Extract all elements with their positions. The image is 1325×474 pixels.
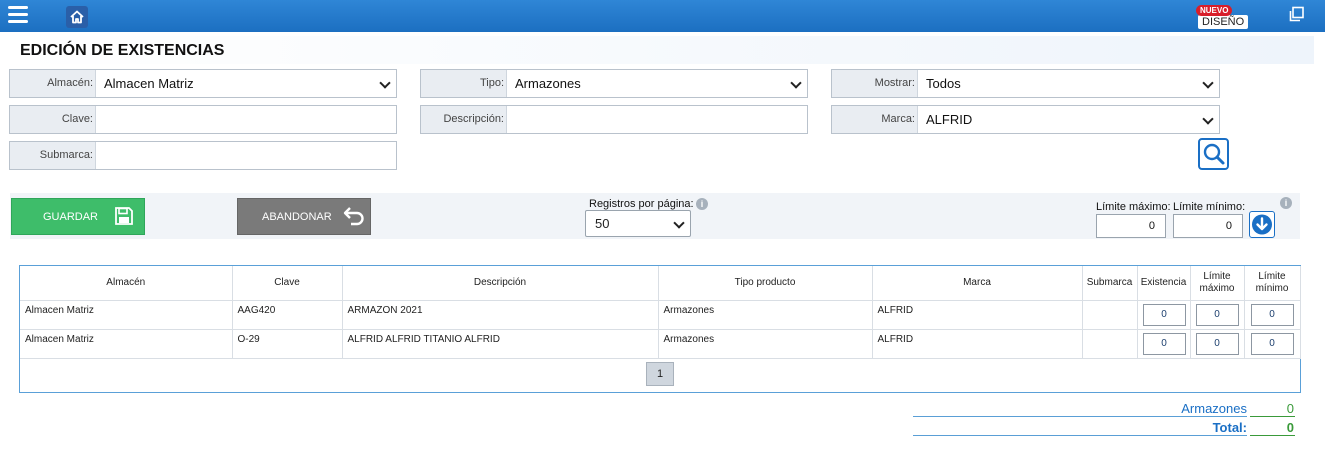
column-header[interactable]: Límite mínimo [1244, 266, 1301, 301]
limit-min-label: Límite mínimo: [1173, 201, 1246, 213]
column-header[interactable]: Almacén [20, 266, 233, 301]
existencia-input[interactable]: 0 [1142, 303, 1186, 326]
tipo-selected: Armazones [515, 76, 581, 91]
almacen-select[interactable]: Almacén: Almacen Matriz [9, 69, 397, 98]
marca-label: Marca: [832, 106, 918, 133]
undo-icon [343, 207, 364, 226]
save-icon [115, 207, 133, 225]
cell-almacen: Almacen Matriz [20, 329, 233, 359]
cell-tipo: Armazones [658, 329, 873, 359]
records-per-page-select[interactable]: 50 [585, 210, 691, 237]
restore-window-icon[interactable] [1289, 6, 1305, 22]
chevron-down-icon [673, 217, 685, 229]
submarca-input[interactable] [96, 142, 396, 169]
search-icon [1203, 143, 1225, 165]
divider [1250, 416, 1295, 417]
mostrar-select[interactable]: Mostrar: Todos [831, 69, 1220, 98]
mostrar-label: Mostrar: [832, 70, 918, 97]
save-button-label: GUARDAR [43, 211, 99, 223]
column-header[interactable]: Submarca [1082, 266, 1138, 301]
table-header-row: Almacén Clave Descripción Tipo producto … [20, 266, 1301, 301]
divider [913, 416, 1247, 417]
column-header[interactable]: Marca [872, 266, 1083, 301]
armazones-total-label: Armazones [1181, 401, 1247, 416]
apply-limits-button[interactable] [1249, 211, 1275, 238]
tipo-value[interactable]: Armazones [507, 70, 807, 97]
table-row: Almacen Matriz O-29 ALFRID ALFRID TITANI… [20, 329, 1301, 359]
chevron-down-icon [1202, 113, 1214, 125]
clave-field[interactable]: Clave: [9, 105, 397, 134]
marca-selected: ALFRID [926, 112, 973, 127]
column-header[interactable]: Límite máximo [1190, 266, 1245, 301]
limite-maximo-input[interactable]: 0 [1195, 332, 1239, 355]
total-label: Total: [1212, 420, 1247, 435]
cell-marca: ALFRID [872, 300, 1083, 330]
records-per-page-value: 50 [595, 216, 610, 231]
almacen-label: Almacén: [10, 70, 96, 97]
chevron-down-icon [790, 77, 802, 89]
chevron-down-icon [379, 77, 391, 89]
arrow-down-circle-icon [1252, 214, 1272, 235]
cell-tipo: Armazones [658, 300, 873, 330]
submarca-field[interactable]: Submarca: [9, 141, 397, 170]
home-icon[interactable] [66, 6, 88, 28]
save-button[interactable]: GUARDAR [11, 198, 145, 235]
column-header[interactable]: Clave [232, 266, 343, 301]
table-row: Almacen Matriz AAG420 ARMAZON 2021 Armaz… [20, 300, 1301, 330]
abandon-button[interactable]: ABANDONAR [237, 198, 371, 235]
hamburger-icon[interactable] [8, 6, 28, 24]
limite-maximo-input[interactable]: 0 [1195, 303, 1239, 326]
marca-select[interactable]: Marca: ALFRID [831, 105, 1220, 134]
column-header[interactable]: Tipo producto [658, 266, 873, 301]
cell-marca: ALFRID [872, 329, 1083, 359]
descripcion-label: Descripción: [421, 106, 507, 133]
info-icon[interactable]: i [1280, 197, 1292, 209]
tipo-label: Tipo: [421, 70, 507, 97]
submarca-label: Submarca: [10, 142, 96, 169]
cell-clave: AAG420 [232, 300, 343, 330]
cell-descripcion: ARMAZON 2021 [342, 300, 659, 330]
stock-table: Almacén Clave Descripción Tipo producto … [19, 265, 1301, 393]
cell-submarca [1082, 329, 1138, 359]
mostrar-value[interactable]: Todos [918, 70, 1219, 97]
total-value: 0 [1286, 420, 1294, 435]
column-header[interactable]: Existencia [1137, 266, 1191, 301]
page-title: EDICIÓN DE EXISTENCIAS [20, 42, 225, 59]
chevron-down-icon [1202, 77, 1214, 89]
tipo-select[interactable]: Tipo: Armazones [420, 69, 808, 98]
cell-almacen: Almacen Matriz [20, 300, 233, 330]
almacen-selected: Almacen Matriz [104, 76, 194, 91]
limit-max-input[interactable]: 0 [1096, 214, 1166, 238]
divider [1250, 435, 1295, 436]
clave-label: Clave: [10, 106, 96, 133]
limite-minimo-input[interactable]: 0 [1250, 303, 1294, 326]
existencia-input[interactable]: 0 [1142, 332, 1186, 355]
descripcion-field[interactable]: Descripción: [420, 105, 808, 134]
divider [913, 435, 1247, 436]
armazones-total-value: 0 [1286, 401, 1294, 416]
info-icon[interactable]: i [696, 198, 708, 210]
limite-minimo-input[interactable]: 0 [1250, 332, 1294, 355]
title-band: EDICIÓN DE EXISTENCIAS [10, 36, 1314, 64]
search-button[interactable] [1198, 138, 1229, 170]
cell-clave: O-29 [232, 329, 343, 359]
descripcion-input[interactable] [507, 106, 807, 133]
abandon-button-label: ABANDONAR [262, 211, 332, 223]
new-label: NUEVO [1196, 5, 1233, 16]
pagination-page-button[interactable]: 1 [646, 362, 674, 386]
clave-input[interactable] [96, 106, 396, 133]
cell-submarca [1082, 300, 1138, 330]
limit-min-input[interactable]: 0 [1173, 214, 1243, 238]
cell-descripcion: ALFRID ALFRID TITANIO ALFRID [342, 329, 659, 359]
top-bar: DISEÑO NUEVO [0, 0, 1325, 32]
column-header[interactable]: Descripción [342, 266, 659, 301]
limit-max-label: Límite máximo: [1096, 201, 1171, 213]
records-per-page-label: Registros por página: [589, 198, 694, 210]
mostrar-selected: Todos [926, 76, 961, 91]
marca-value[interactable]: ALFRID [918, 106, 1219, 133]
almacen-value[interactable]: Almacen Matriz [96, 70, 396, 97]
design-label: DISEÑO [1198, 15, 1249, 29]
